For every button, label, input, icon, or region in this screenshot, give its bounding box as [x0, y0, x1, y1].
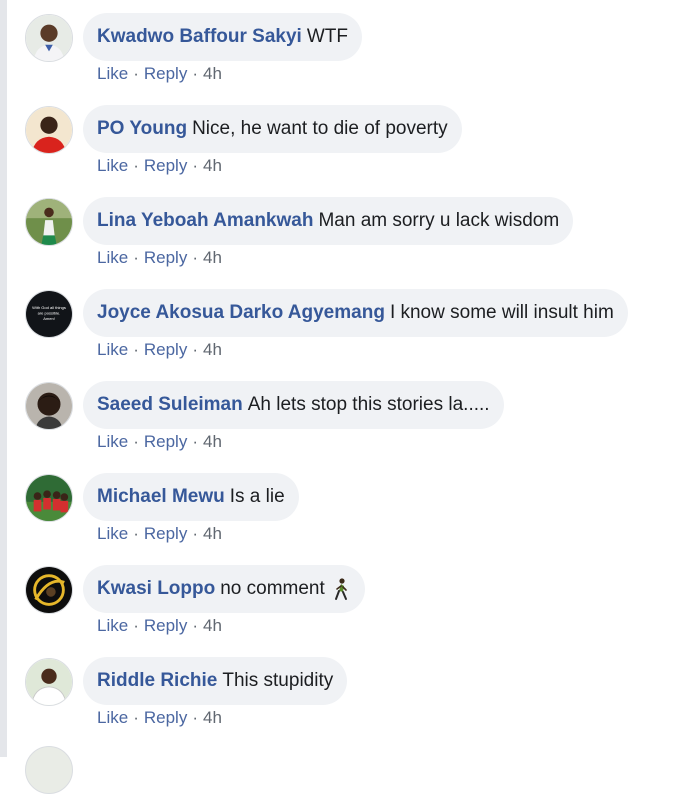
comment-author-link[interactable]: PO Young	[97, 118, 187, 140]
avatar[interactable]	[25, 658, 73, 706]
like-link[interactable]: Like	[97, 64, 128, 83]
comment-timestamp[interactable]: 4h	[203, 524, 222, 543]
comment-timestamp[interactable]: 4h	[203, 340, 222, 359]
separator: ·	[133, 616, 139, 635]
comment-actions: Like · Reply · 4h	[97, 156, 222, 176]
reply-link[interactable]: Reply	[144, 340, 187, 359]
comment-bubble: Lina Yeboah Amankwah Man am sorry u lack…	[83, 197, 574, 245]
avatar-caption: are possible.	[38, 310, 61, 315]
reply-link[interactable]: Reply	[144, 708, 187, 727]
separator: ·	[133, 248, 139, 267]
comment-text: no comment	[220, 578, 325, 599]
comment-actions: Like · Reply · 4h	[97, 616, 222, 636]
reply-link[interactable]: Reply	[144, 524, 187, 543]
avatar[interactable]	[25, 746, 73, 794]
separator: ·	[192, 432, 198, 451]
comment-bubble: PO Young Nice, he want to die of poverty	[83, 105, 462, 153]
avatar[interactable]	[25, 14, 73, 62]
comment-item: Saeed Suleiman Ah lets stop this stories…	[0, 368, 674, 460]
reply-link[interactable]: Reply	[144, 616, 187, 635]
comment-bubble: Joyce Akosua Darko Agyemang I know some …	[83, 289, 628, 337]
comment-text: Nice, he want to die of poverty	[192, 118, 448, 139]
avatar[interactable]	[25, 198, 73, 246]
separator: ·	[192, 524, 198, 543]
separator: ·	[192, 708, 198, 727]
avatar[interactable]: With God all things are possible. Amen!	[25, 290, 73, 338]
like-link[interactable]: Like	[97, 340, 128, 359]
comment-timestamp[interactable]: 4h	[203, 64, 222, 83]
comment-timestamp[interactable]: 4h	[203, 432, 222, 451]
comment-author-link[interactable]: Kwadwo Baffour Sakyi	[97, 26, 302, 48]
like-link[interactable]: Like	[97, 524, 128, 543]
comment-bubble: Kwasi Loppo no comment	[83, 565, 365, 613]
comment-timestamp[interactable]: 4h	[203, 248, 222, 267]
comment-bubble: Kwadwo Baffour Sakyi WTF	[83, 13, 362, 61]
like-link[interactable]: Like	[97, 616, 128, 635]
comment-item: With God all things are possible. Amen! …	[0, 276, 674, 368]
separator: ·	[133, 156, 139, 175]
avatar[interactable]	[25, 106, 73, 154]
like-link[interactable]: Like	[97, 248, 128, 267]
avatar-caption: With God all things	[32, 305, 66, 310]
comment-item: Michael Mewu Is a lie Like · Reply · 4h	[0, 460, 674, 552]
comment-text: Is a lie	[229, 486, 285, 507]
comment-bubble: Riddle Richie This stupidity	[83, 657, 348, 705]
comment-text: This stupidity	[222, 670, 334, 691]
comment-timestamp[interactable]: 4h	[203, 708, 222, 727]
comment-author-link[interactable]: Kwasi Loppo	[97, 578, 215, 600]
comment-actions: Like · Reply · 4h	[97, 340, 222, 360]
separator: ·	[133, 432, 139, 451]
comment-author-link[interactable]: Lina Yeboah Amankwah	[97, 210, 313, 232]
comment-author-link[interactable]: Joyce Akosua Darko Agyemang	[97, 302, 385, 324]
comment-item: Lina Yeboah Amankwah Man am sorry u lack…	[0, 184, 674, 276]
comment-actions: Like · Reply · 4h	[97, 708, 222, 728]
comment-item: Kwadwo Baffour Sakyi WTF Like · Reply · 4h	[0, 0, 674, 92]
person-walking-emoji	[331, 577, 351, 601]
comment-bubble: Saeed Suleiman Ah lets stop this stories…	[83, 381, 504, 429]
reply-link[interactable]: Reply	[144, 64, 187, 83]
comment-text: I know some will insult him	[389, 302, 614, 323]
avatar[interactable]	[25, 566, 73, 614]
separator: ·	[133, 524, 139, 543]
comment-author-link[interactable]: Michael Mewu	[97, 486, 225, 508]
comment-item: Riddle Richie This stupidity Like · Reply ·…	[0, 644, 674, 736]
reply-link[interactable]: Reply	[144, 156, 187, 175]
reply-link[interactable]: Reply	[144, 432, 187, 451]
comment-text: WTF	[306, 26, 348, 47]
comment-text: Man am sorry u lack wisdom	[318, 210, 560, 231]
separator: ·	[133, 64, 139, 83]
avatar-caption: Amen!	[43, 316, 55, 321]
comment-author-link[interactable]: Riddle Richie	[97, 670, 217, 692]
like-link[interactable]: Like	[97, 156, 128, 175]
separator: ·	[192, 248, 198, 267]
separator: ·	[192, 616, 198, 635]
separator: ·	[192, 156, 198, 175]
comment-item: Kwasi Loppo no comment Like · Reply · 4h	[0, 552, 674, 644]
avatar[interactable]	[25, 382, 73, 430]
separator: ·	[133, 340, 139, 359]
comment-actions: Like · Reply · 4h	[97, 524, 222, 544]
comment-timestamp[interactable]: 4h	[203, 156, 222, 175]
separator: ·	[192, 340, 198, 359]
avatar[interactable]	[25, 474, 73, 522]
comment-actions: Like · Reply · 4h	[97, 432, 222, 452]
comment-actions: Like · Reply · 4h	[97, 248, 222, 268]
separator: ·	[133, 708, 139, 727]
like-link[interactable]: Like	[97, 708, 128, 727]
comment-author-link[interactable]: Saeed Suleiman	[97, 394, 243, 416]
comment-actions: Like · Reply · 4h	[97, 64, 222, 84]
separator: ·	[192, 64, 198, 83]
comment-text: Ah lets stop this stories la.....	[247, 394, 490, 415]
like-link[interactable]: Like	[97, 432, 128, 451]
reply-link[interactable]: Reply	[144, 248, 187, 267]
comment-item: PO Young Nice, he want to die of poverty…	[0, 92, 674, 184]
comment-bubble: Michael Mewu Is a lie	[83, 473, 299, 521]
comment-timestamp[interactable]: 4h	[203, 616, 222, 635]
